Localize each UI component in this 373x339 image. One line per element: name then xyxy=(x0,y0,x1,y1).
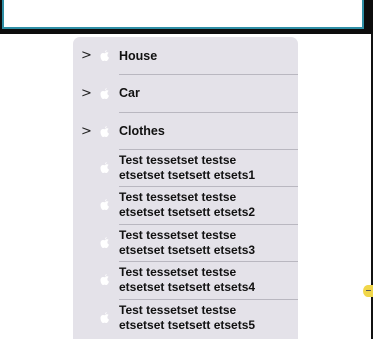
menu-item-label-line1: Test tessetset testse xyxy=(119,153,237,167)
apple-icon xyxy=(98,87,112,101)
menu-item-label: Car xyxy=(119,86,140,100)
menu-item-label: Clothes xyxy=(119,124,165,138)
apple-icon xyxy=(98,236,112,250)
menu-item-test-2[interactable]: Test tessetset testse etsetset tsetsett … xyxy=(73,187,298,224)
apple-icon xyxy=(98,198,112,212)
apple-icon xyxy=(98,311,112,325)
search-input[interactable] xyxy=(2,0,364,29)
menu-item-test-3[interactable]: Test tessetset testse etsetset tsetsett … xyxy=(73,225,298,262)
apple-icon xyxy=(98,273,112,287)
menu-item-label-line2: etsetset tsetsett etsets2 xyxy=(119,205,256,219)
dropdown-menu: > House > Car > Clothes Test tessetset t… xyxy=(73,37,298,339)
top-bar xyxy=(0,0,373,34)
menu-item-label-line2: etsetset tsetsett etsets5 xyxy=(119,318,256,332)
chevron-right-icon: > xyxy=(81,48,92,63)
menu-item-label-line2: etsetset tsetsett etsets3 xyxy=(119,243,256,257)
menu-item-label: House xyxy=(119,49,158,63)
menu-item-label-line1: Test tessetset testse xyxy=(119,228,237,242)
menu-item-car[interactable]: > Car xyxy=(73,75,298,112)
apple-icon xyxy=(98,161,112,175)
apple-icon xyxy=(98,49,112,63)
menu-item-test-5[interactable]: Test tessetset testse etsetset tsetsett … xyxy=(73,300,298,337)
menu-item-label-line1: Test tessetset testse xyxy=(119,190,237,204)
menu-item-label-line2: etsetset tsetsett etsets4 xyxy=(119,280,256,294)
menu-item-clothes[interactable]: > Clothes xyxy=(73,113,298,150)
apple-icon xyxy=(98,125,112,139)
menu-item-label-line1: Test tessetset testse xyxy=(119,303,237,317)
chevron-right-icon: > xyxy=(81,124,92,139)
menu-item-test-4[interactable]: Test tessetset testse etsetset tsetsett … xyxy=(73,262,298,299)
chevron-right-icon: > xyxy=(81,86,92,101)
cursor-indicator-icon xyxy=(363,285,373,297)
menu-item-label-line2: etsetset tsetsett etsets1 xyxy=(119,168,256,182)
menu-item-test-1[interactable]: Test tessetset testse etsetset tsetsett … xyxy=(73,150,298,187)
menu-item-house[interactable]: > House xyxy=(73,37,298,74)
menu-item-label-line1: Test tessetset testse xyxy=(119,265,237,279)
